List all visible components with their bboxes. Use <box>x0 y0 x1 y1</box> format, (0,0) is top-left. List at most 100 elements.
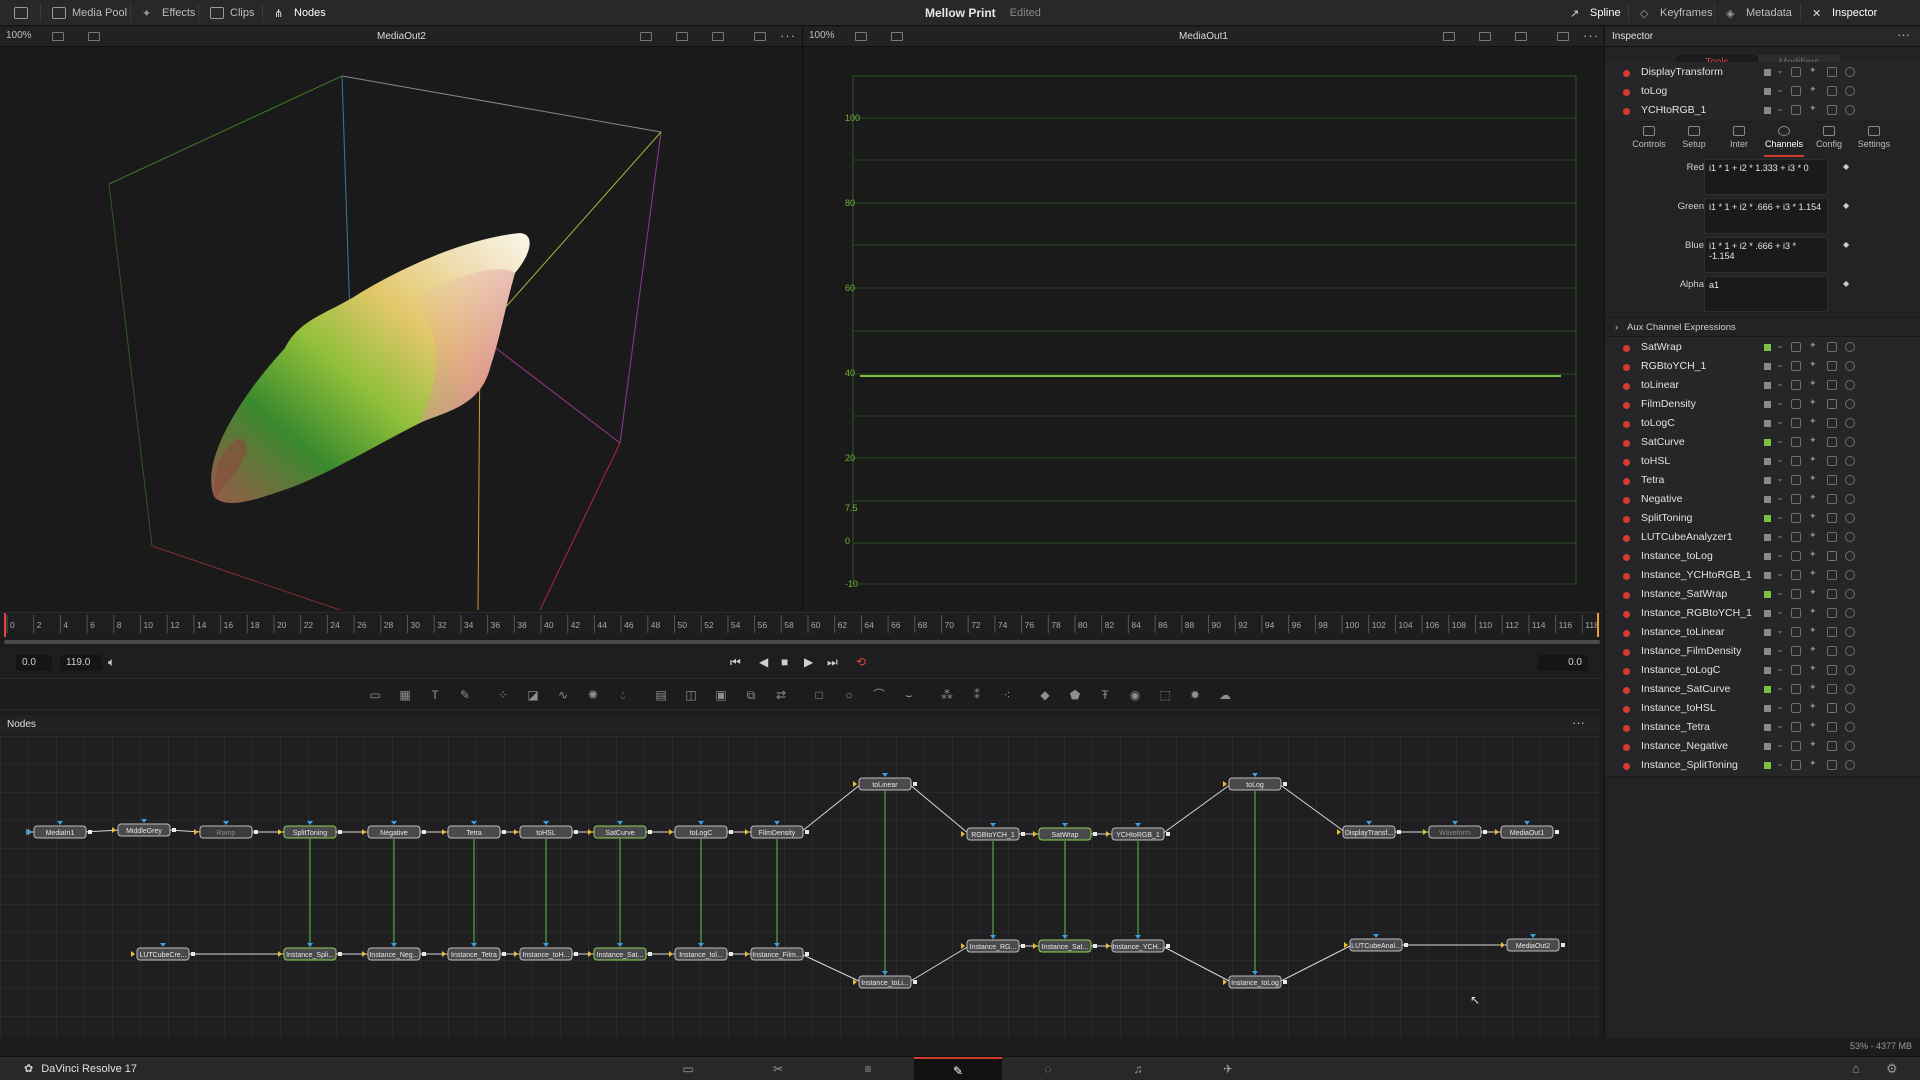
node-link[interactable] <box>1161 945 1232 983</box>
viewer-grid-icon[interactable] <box>1515 32 1527 41</box>
tool-color-swatch[interactable] <box>1764 762 1771 769</box>
reset-icon[interactable] <box>1845 67 1855 77</box>
node-output-port[interactable] <box>1283 980 1287 984</box>
chevron-down-icon[interactable]: ⌄ <box>1776 65 1784 76</box>
reset-icon[interactable] <box>1845 361 1855 371</box>
reset-icon[interactable] <box>1845 532 1855 542</box>
node-output-port[interactable] <box>1093 832 1097 836</box>
node-output-port[interactable] <box>338 830 342 834</box>
node-output-port[interactable] <box>422 830 426 834</box>
polygon-mask-icon[interactable]: ⌒ <box>872 688 886 702</box>
expr-alpha-field[interactable]: a1 <box>1704 276 1828 312</box>
node-mask-port[interactable] <box>1062 935 1068 939</box>
play-reverse-icon[interactable]: ◀︎ <box>759 655 768 669</box>
play-forward-icon[interactable]: ▶︎ <box>804 655 813 669</box>
lock-icon[interactable] <box>1827 665 1837 675</box>
node-output-port[interactable] <box>502 830 506 834</box>
enable-toggle-icon[interactable] <box>1623 687 1630 694</box>
clips-button[interactable]: Clips <box>210 0 254 26</box>
node-output-port[interactable] <box>1561 943 1565 947</box>
version-icon[interactable] <box>1791 380 1801 390</box>
pin-icon[interactable]: ✦ <box>1809 340 1819 350</box>
version-icon[interactable] <box>1791 342 1801 352</box>
reset-icon[interactable] <box>1845 418 1855 428</box>
node-mask-port[interactable] <box>1373 934 1379 938</box>
node-output-port[interactable] <box>1404 943 1408 947</box>
panel-menu-button[interactable] <box>14 0 28 26</box>
reset-icon[interactable] <box>1845 494 1855 504</box>
node-input-port[interactable] <box>1106 943 1110 949</box>
chevron-down-icon[interactable]: ⌄ <box>1776 397 1784 408</box>
node-input-port[interactable] <box>514 829 518 835</box>
pin-icon[interactable]: ✦ <box>1809 473 1819 483</box>
node-output-port[interactable] <box>422 952 426 956</box>
node-output-port[interactable] <box>913 980 917 984</box>
viewer-right-zoom[interactable]: 100% <box>809 30 835 41</box>
node-output-port[interactable] <box>191 952 195 956</box>
tool-color-swatch[interactable] <box>1764 344 1771 351</box>
node-input-port[interactable] <box>442 951 446 957</box>
tool-row[interactable]: Instance_SplitToning ⌄ ✦ <box>1605 755 1920 777</box>
brightness-contrast-tool-icon[interactable]: ◪ <box>526 688 540 702</box>
aux-channel-expressions-header[interactable]: › Aux Channel Expressions <box>1605 317 1920 337</box>
node-output-port[interactable] <box>729 830 733 834</box>
node-input-port[interactable] <box>194 829 198 835</box>
enable-toggle-icon[interactable] <box>1623 573 1630 580</box>
metadata-button[interactable]: ◈ Metadata <box>1726 0 1792 26</box>
node-mask-port[interactable] <box>307 943 313 947</box>
node-input-port[interactable] <box>1337 829 1341 835</box>
node-output-port[interactable] <box>1397 830 1401 834</box>
version-icon[interactable] <box>1791 437 1801 447</box>
viewer-right-waveform[interactable]: 100 80 60 40 20 7.5 0 -10 <box>803 48 1603 610</box>
viewer-lut-icon[interactable] <box>676 32 688 41</box>
tool-color-swatch[interactable] <box>1764 686 1771 693</box>
enable-toggle-icon[interactable] <box>1623 554 1630 561</box>
node-input-port[interactable] <box>362 951 366 957</box>
node-output-port[interactable] <box>729 952 733 956</box>
lock-icon[interactable] <box>1827 703 1837 713</box>
node-mask-port[interactable] <box>1135 935 1141 939</box>
version-icon[interactable] <box>1791 494 1801 504</box>
chevron-down-icon[interactable]: ⌄ <box>1776 720 1784 731</box>
node-mask-port[interactable] <box>471 943 477 947</box>
enable-toggle-icon[interactable] <box>1623 592 1630 599</box>
keyframes-button[interactable]: ◇ Keyframes <box>1640 0 1713 26</box>
chevron-down-icon[interactable]: ⌄ <box>1776 378 1784 389</box>
node-output-port[interactable] <box>502 952 506 956</box>
lock-icon[interactable] <box>1827 399 1837 409</box>
version-icon[interactable] <box>1791 418 1801 428</box>
node-mask-port[interactable] <box>1252 971 1258 975</box>
version-icon[interactable] <box>1791 627 1801 637</box>
scrub-bar[interactable] <box>4 640 1600 644</box>
node-mask-port[interactable] <box>160 943 166 947</box>
version-icon[interactable] <box>1791 551 1801 561</box>
viewer-fullscreen-icon[interactable] <box>1557 32 1569 41</box>
lock-icon[interactable] <box>1827 105 1837 115</box>
lock-icon[interactable] <box>1827 513 1837 523</box>
node-mask-port[interactable] <box>1530 934 1536 938</box>
renderer3d-tool-icon[interactable]: ☁︎ <box>1218 688 1232 702</box>
enable-toggle-icon[interactable] <box>1623 763 1630 770</box>
lock-icon[interactable] <box>1827 532 1837 542</box>
subtab-setup[interactable]: Setup <box>1674 123 1714 157</box>
channel-booleans-tool-icon[interactable]: ▣ <box>714 688 728 702</box>
chevron-down-icon[interactable]: ⌄ <box>1776 587 1784 598</box>
enable-toggle-icon[interactable] <box>1623 89 1630 96</box>
tool-color-swatch[interactable] <box>1764 439 1771 446</box>
node-mask-port[interactable] <box>1062 823 1068 827</box>
lock-icon[interactable] <box>1827 86 1837 96</box>
node-mask-port[interactable] <box>990 823 996 827</box>
lock-icon[interactable] <box>1827 608 1837 618</box>
spline-button[interactable]: ↗ Spline <box>1570 0 1621 26</box>
pin-icon[interactable]: ✦ <box>1809 644 1819 654</box>
node-input-port[interactable] <box>278 951 282 957</box>
node-input-port[interactable] <box>961 943 965 949</box>
reset-icon[interactable] <box>1845 456 1855 466</box>
pin-icon[interactable]: ✦ <box>1809 758 1819 768</box>
enable-toggle-icon[interactable] <box>1623 497 1630 504</box>
node-output-port[interactable] <box>254 830 258 834</box>
enable-toggle-icon[interactable] <box>1623 516 1630 523</box>
node-input-port[interactable] <box>669 951 673 957</box>
chevron-down-icon[interactable]: ⌄ <box>1776 530 1784 541</box>
chevron-down-icon[interactable]: ⌄ <box>1776 701 1784 712</box>
